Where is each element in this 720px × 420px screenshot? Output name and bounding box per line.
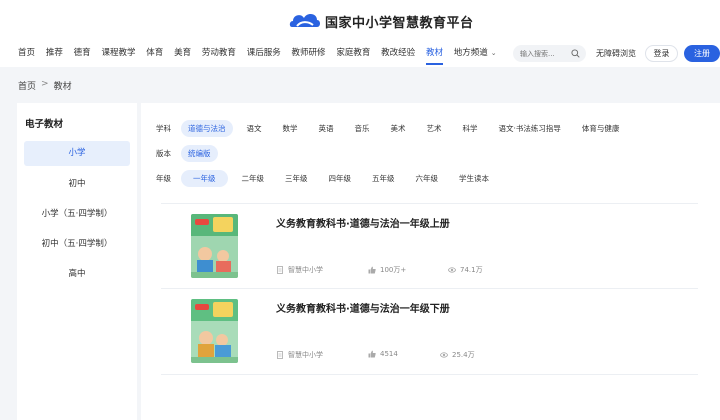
eye-icon [440, 352, 448, 358]
nav-textbook[interactable]: 教材 [425, 43, 443, 65]
nav-course[interactable]: 课程教学 [101, 43, 135, 65]
book-title[interactable]: 义务教育教科书·道德与法治一年级下册 [276, 300, 450, 315]
book-likes: 100万+ [368, 265, 406, 275]
view-count: 74.1万 [460, 266, 483, 274]
sidebar-item-primary-54[interactable]: 小学（五·四学制） [24, 201, 130, 231]
like-count: 100万+ [380, 266, 407, 274]
subject-option[interactable]: 艺术 [420, 120, 449, 137]
edition-option[interactable]: 统编版 [181, 145, 218, 162]
book-likes: 4514 [368, 350, 398, 358]
register-button[interactable]: 注册 [684, 45, 720, 62]
book-publisher: 智慧中小学 [276, 265, 323, 275]
thumbs-up-icon [368, 350, 376, 358]
sidebar-item-junior[interactable]: 初中 [24, 171, 130, 201]
logo-text: 国家中小学智慧教育平台 [325, 15, 474, 31]
subject-option[interactable]: 语文·书法练习指导 [492, 120, 568, 137]
subject-option[interactable]: 科学 [456, 120, 485, 137]
nav-family[interactable]: 家庭教育 [336, 43, 370, 65]
grade-option[interactable]: 三年级 [278, 170, 315, 187]
sidebar-item-senior[interactable]: 高中 [24, 261, 130, 291]
accessibility-link[interactable]: 无障碍浏览 [596, 48, 636, 59]
grade-filter: 年级 一年级 二年级 三年级 四年级 五年级 六年级 学生读本 [156, 170, 503, 187]
nav-teacher[interactable]: 教师研修 [292, 43, 326, 65]
nav-local-label: 地方频道 [453, 48, 488, 58]
grade-option[interactable]: 一年级 [181, 170, 228, 187]
subject-option[interactable]: 体育与健康 [575, 120, 627, 137]
site-logo[interactable]: 国家中小学智慧教育平台 [288, 7, 474, 35]
grade-option[interactable]: 四年级 [322, 170, 359, 187]
book-title[interactable]: 义务教育教科书·道德与法治一年级上册 [276, 215, 450, 230]
search-input[interactable] [520, 49, 568, 58]
nav-art[interactable]: 美育 [174, 43, 191, 65]
book-item[interactable]: 义务教育教科书·道德与法治一年级上册 智慧中小学 100万+ 74.1万 [161, 203, 698, 289]
subject-option[interactable]: 美术 [384, 120, 413, 137]
edition-filter: 版本 统编版 [156, 145, 225, 162]
nav-pe[interactable]: 体育 [146, 43, 163, 65]
nav-recommend[interactable]: 推荐 [46, 43, 63, 65]
subject-option[interactable]: 道德与法治 [181, 120, 233, 137]
search-icon[interactable] [571, 49, 580, 58]
main-panel: 学科 道德与法治 语文 数学 英语 音乐 美术 艺术 科学 语文·书法练习指导 … [141, 103, 720, 420]
document-icon [277, 266, 283, 274]
eye-icon [448, 267, 456, 273]
grade-option[interactable]: 二年级 [235, 170, 272, 187]
book-views: 25.4万 [440, 350, 475, 360]
grade-option[interactable]: 学生读本 [452, 170, 496, 187]
subject-filter-label: 学科 [156, 124, 171, 133]
book-cover-image[interactable] [191, 214, 238, 278]
book-views: 74.1万 [448, 265, 483, 275]
like-count: 4514 [380, 350, 398, 358]
nav-local[interactable]: 地方频道 ⌄ [454, 43, 497, 65]
sidebar-title: 电子教材 [25, 119, 64, 130]
subject-option[interactable]: 英语 [312, 120, 341, 137]
sidebar-item-primary[interactable]: 小学 [24, 141, 130, 166]
book-publisher: 智慧中小学 [276, 350, 323, 360]
edition-filter-label: 版本 [156, 149, 171, 158]
subject-option[interactable]: 语文 [240, 120, 269, 137]
sidebar-item-junior-54[interactable]: 初中（五·四学制） [24, 231, 130, 261]
breadcrumb-separator: > [41, 79, 49, 89]
login-button[interactable]: 登录 [645, 45, 678, 62]
sidebar: 电子教材 小学 初中 小学（五·四学制） 初中（五·四学制） 高中 [17, 103, 137, 420]
book-cover-image[interactable] [191, 299, 238, 363]
header: 国家中小学智慧教育平台 首页 推荐 德育 课程教学 体育 美育 劳动教育 课后服… [0, 0, 720, 67]
nav-reform[interactable]: 教改经验 [381, 43, 415, 65]
grade-option[interactable]: 五年级 [365, 170, 402, 187]
search-box[interactable] [513, 45, 586, 62]
nav-labor[interactable]: 劳动教育 [202, 43, 236, 65]
publisher-name: 智慧中小学 [288, 351, 323, 359]
chevron-down-icon: ⌄ [490, 49, 497, 57]
thumbs-up-icon [368, 266, 376, 274]
document-icon [277, 351, 283, 359]
publisher-name: 智慧中小学 [288, 266, 323, 274]
book-list: 义务教育教科书·道德与法治一年级上册 智慧中小学 100万+ 74.1万 义务教… [161, 203, 698, 375]
breadcrumb-current: 教材 [53, 82, 72, 92]
nav-home[interactable]: 首页 [18, 43, 35, 65]
subject-option[interactable]: 音乐 [348, 120, 377, 137]
grade-filter-label: 年级 [156, 174, 171, 183]
view-count: 25.4万 [452, 351, 475, 359]
nav-moral[interactable]: 德育 [74, 43, 91, 65]
book-item[interactable]: 义务教育教科书·道德与法治一年级下册 智慧中小学 4514 25.4万 [161, 289, 698, 375]
grade-option[interactable]: 六年级 [409, 170, 446, 187]
breadcrumb-home[interactable]: 首页 [18, 79, 36, 92]
subject-filter: 学科 道德与法治 语文 数学 英语 音乐 美术 艺术 科学 语文·书法练习指导 … [156, 120, 633, 137]
breadcrumb: 首页 > 教材 [18, 79, 72, 92]
subject-option[interactable]: 数学 [276, 120, 305, 137]
cloud-logo-icon [289, 14, 320, 27]
nav-after-school[interactable]: 课后服务 [247, 43, 281, 65]
